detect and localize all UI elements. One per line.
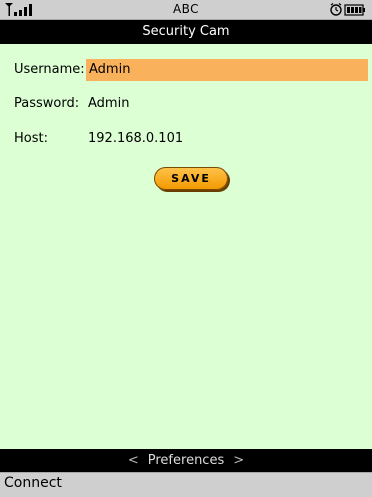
tab-preferences[interactable]: Preferences bbox=[148, 449, 224, 472]
next-tab-arrow[interactable]: > bbox=[224, 449, 253, 472]
password-field[interactable]: Admin bbox=[88, 93, 129, 115]
save-button[interactable]: SAVE bbox=[154, 167, 228, 190]
battery-icon bbox=[344, 4, 365, 16]
password-row: Password: Admin bbox=[0, 93, 372, 115]
alarm-clock-icon bbox=[330, 3, 342, 16]
host-row: Host: 192.168.0.101 bbox=[0, 128, 372, 150]
connect-softkey[interactable]: Connect bbox=[4, 475, 62, 491]
username-field[interactable]: Admin bbox=[86, 59, 368, 81]
app-title: Security Cam bbox=[0, 20, 372, 44]
status-bar: ABC bbox=[0, 0, 372, 20]
status-icons bbox=[330, 3, 365, 16]
carrier-name: ABC bbox=[172, 2, 200, 16]
host-label: Host: bbox=[14, 131, 48, 146]
username-label: Username: bbox=[14, 62, 85, 77]
softkey-bar: < Preferences > bbox=[0, 449, 372, 472]
command-bar: Connect bbox=[0, 472, 372, 497]
host-field[interactable]: 192.168.0.101 bbox=[88, 128, 183, 150]
phone-screen: ABC Security Cam Username: Admin Passwor… bbox=[0, 0, 372, 497]
username-row: Username: Admin bbox=[0, 59, 372, 81]
password-label: Password: bbox=[14, 96, 80, 111]
previous-tab-arrow[interactable]: < bbox=[119, 449, 148, 472]
